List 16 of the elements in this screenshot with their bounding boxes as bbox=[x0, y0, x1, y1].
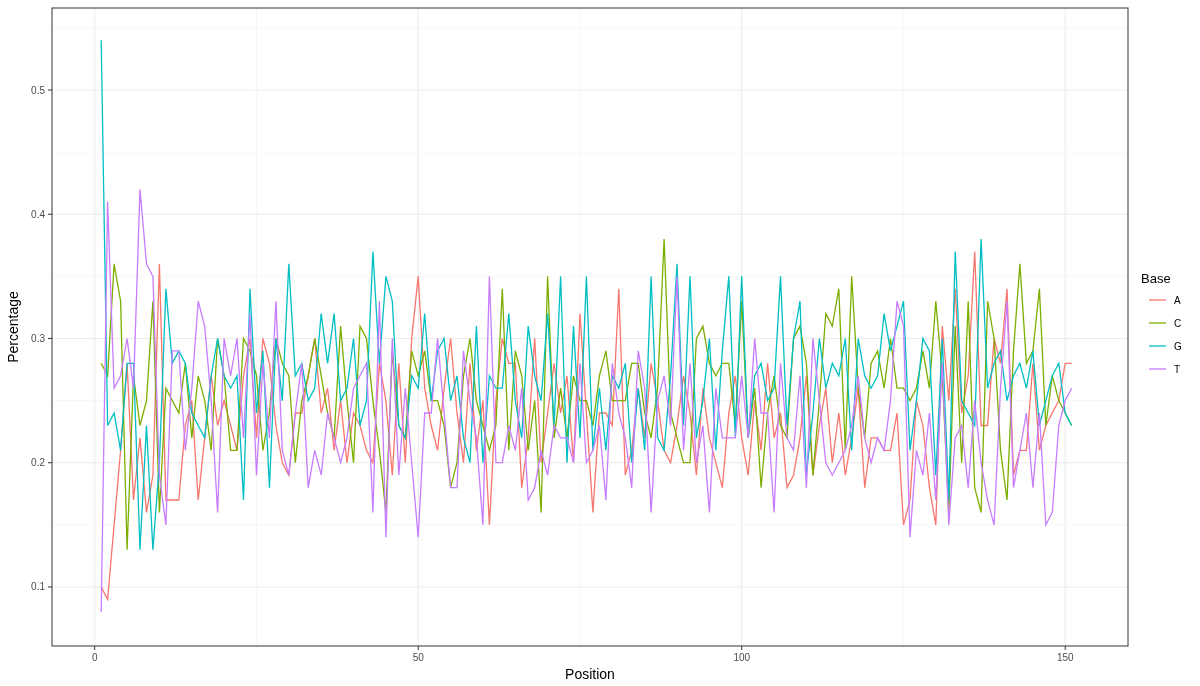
y-tick-label: 0.1 bbox=[31, 581, 45, 593]
legend-label: T bbox=[1174, 364, 1181, 375]
x-tick-label: 150 bbox=[1056, 652, 1074, 663]
y-tick-label: 0.2 bbox=[31, 457, 45, 469]
y-tick-label: 0.3 bbox=[31, 333, 45, 344]
legend-title: Base bbox=[1141, 271, 1171, 286]
y-tick-label: 0.4 bbox=[31, 208, 45, 220]
legend-label: G bbox=[1174, 341, 1182, 352]
x-tick-label: 100 bbox=[733, 652, 751, 663]
y-tick-label: 0.5 bbox=[31, 84, 45, 96]
y-axis-title: Percentage bbox=[5, 291, 21, 363]
x-tick-label: 0 bbox=[91, 652, 98, 663]
legend-label: C bbox=[1174, 318, 1182, 329]
x-axis-title: Position bbox=[565, 666, 615, 682]
x-tick-label: 50 bbox=[412, 652, 424, 663]
legend-label: A bbox=[1174, 295, 1181, 306]
